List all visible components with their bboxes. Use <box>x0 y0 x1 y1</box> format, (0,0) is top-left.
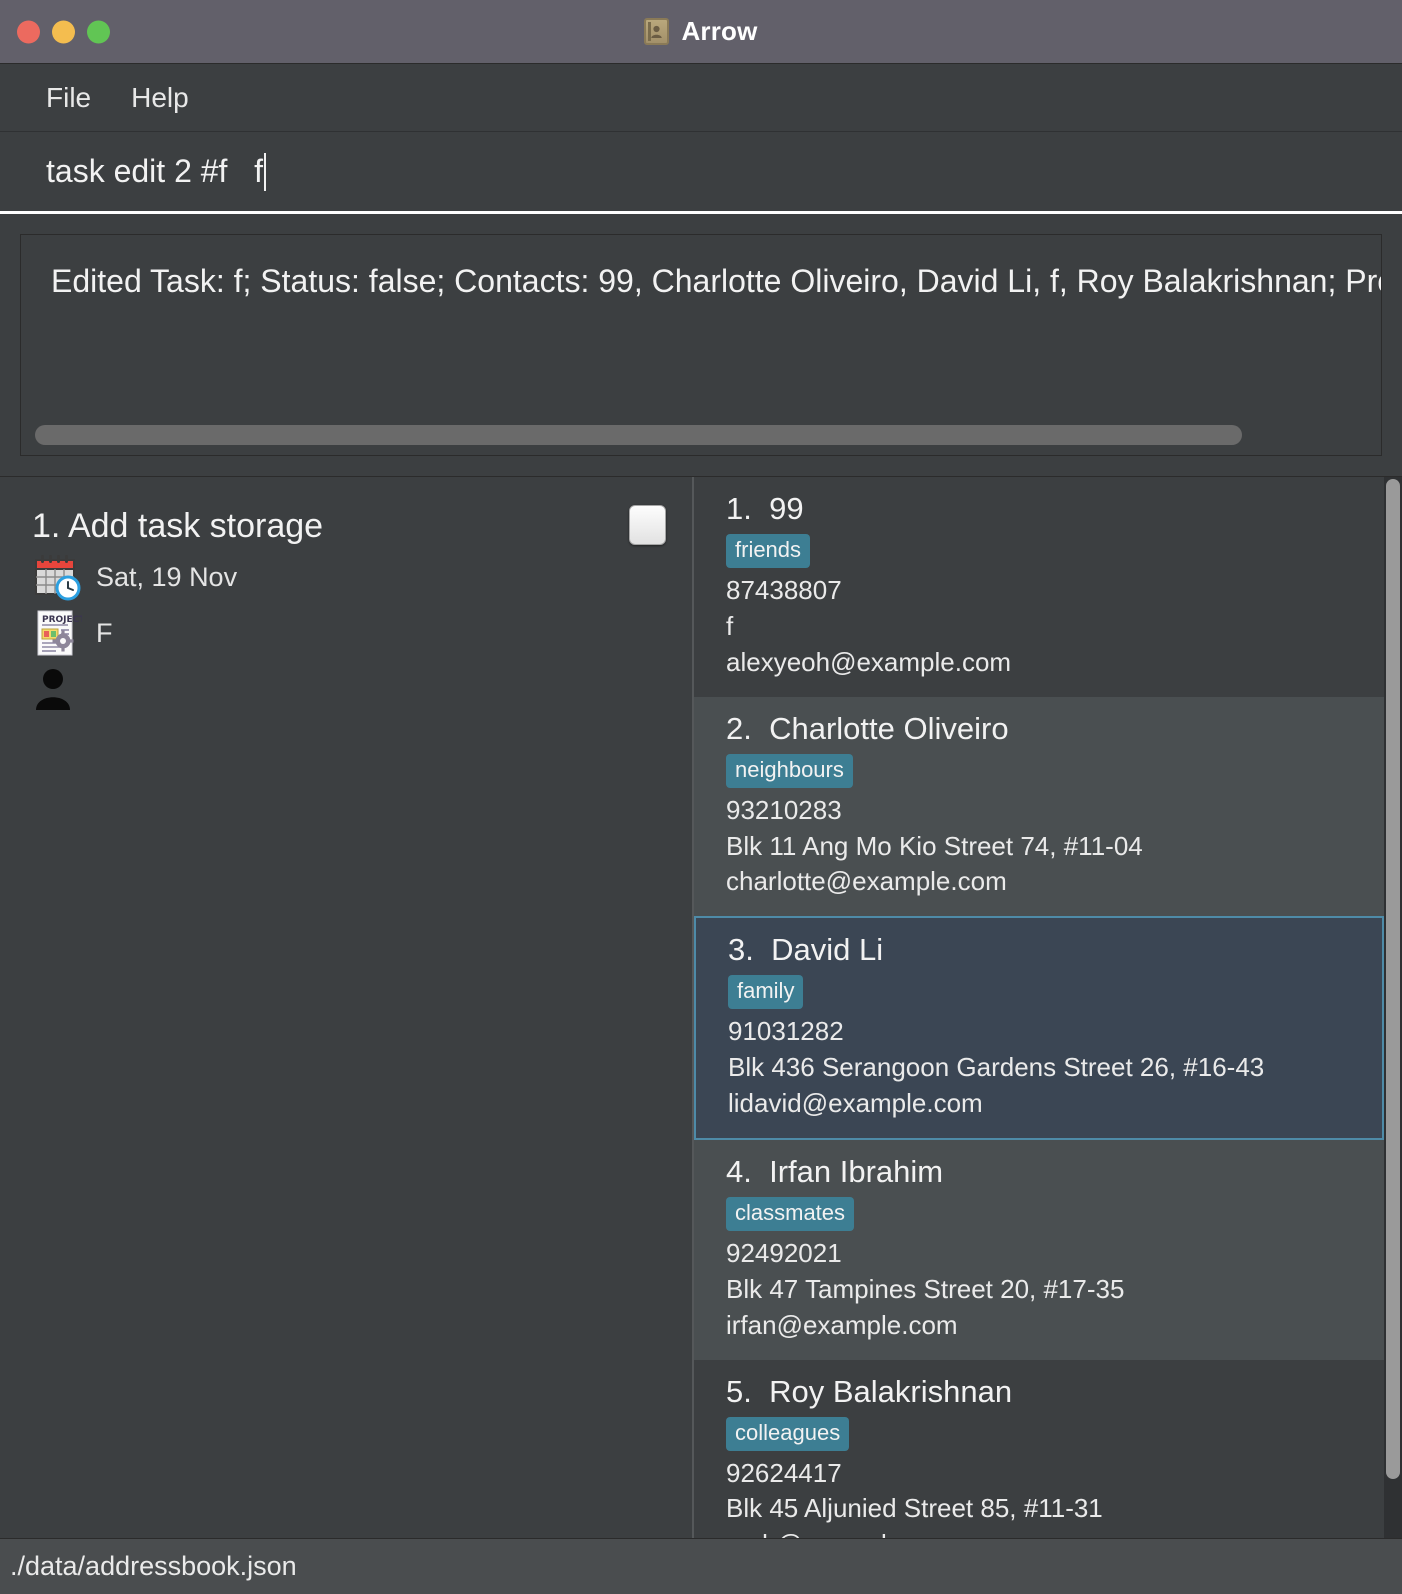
contact-name-text: David Li <box>771 932 884 968</box>
contact-name-text: Charlotte Oliveiro <box>769 710 1009 746</box>
contact-email: charlotte@example.com <box>726 866 1007 897</box>
result-horizontal-scrollbar[interactable] <box>35 425 1242 445</box>
contact-tag: friends <box>726 534 811 568</box>
task-index: 1. <box>32 507 61 545</box>
task-person-row <box>32 664 666 714</box>
task-title-text: Add task storage <box>67 507 324 545</box>
contact-name: 4. Irfan Ibrahim <box>726 1154 1384 1190</box>
menu-item-help[interactable]: Help <box>117 76 203 120</box>
contact-index: 3. <box>728 932 754 968</box>
main-content: 1. Add task storage Sat, 19 Nov PROJECT … <box>0 476 1402 1538</box>
contact-name: 5. Roy Balakrishnan <box>726 1374 1384 1410</box>
contact-index: 2. <box>726 710 752 746</box>
status-bar-path: ./data/addressbook.json <box>10 1551 297 1581</box>
application-window: Arrow File Help task edit 2 #f f Edited … <box>0 0 1402 1594</box>
contact-tag: classmates <box>726 1196 855 1231</box>
contact-card[interactable]: 4. Irfan Ibrahim classmates 92492021 Blk… <box>694 1139 1384 1360</box>
contact-tag: colleagues <box>726 1416 850 1451</box>
task-title: 1. Add task storage <box>32 507 666 546</box>
contact-phone: 87438807 <box>726 575 842 605</box>
title-bar: Arrow <box>0 0 1402 64</box>
contact-name-text: Roy Balakrishnan <box>769 1373 1013 1409</box>
contact-index: 4. <box>726 1153 752 1189</box>
command-input[interactable]: task edit 2 #f f <box>46 153 263 190</box>
contact-address: Blk 45 Aljunied Street 85, #11-31 <box>726 1493 1103 1524</box>
project-document-icon: PROJECT <box>32 608 86 658</box>
contact-phone: 93210283 <box>726 794 842 825</box>
text-caret <box>264 152 266 191</box>
maximize-button[interactable] <box>87 20 110 43</box>
task-date-row: Sat, 19 Nov <box>32 552 666 602</box>
contact-name-text: 99 <box>769 491 804 526</box>
contact-index: 1. <box>726 491 752 526</box>
contact-tag: neighbours <box>726 753 853 788</box>
task-date-text: Sat, 19 Nov <box>96 561 238 592</box>
contact-list-panel: 1. 99 friends 87438807 f alexyeoh@exampl… <box>694 477 1402 1538</box>
contact-name: 1. 99 <box>726 491 1384 527</box>
window-controls <box>17 20 110 43</box>
contact-email: irfan@example.com <box>726 1309 958 1340</box>
task-project-text: F <box>96 617 113 648</box>
contact-phone: 92624417 <box>726 1457 842 1488</box>
menu-bar: File Help <box>0 64 1402 132</box>
contact-name: 3. David Li <box>728 932 1382 968</box>
contact-address: Blk 47 Tampines Street 20, #17-35 <box>726 1273 1125 1304</box>
calendar-clock-icon <box>32 552 82 602</box>
task-card[interactable]: 1. Add task storage Sat, 19 Nov PROJECT … <box>0 499 692 724</box>
contact-address: Blk 436 Serangoon Gardens Street 26, #16… <box>728 1052 1265 1083</box>
minimize-button[interactable] <box>52 20 75 43</box>
task-done-checkbox[interactable] <box>629 505 666 545</box>
address-book-icon <box>644 18 670 45</box>
contact-tag: family <box>728 975 804 1010</box>
command-input-container[interactable]: task edit 2 #f f <box>0 132 1402 214</box>
contact-vertical-scrollbar[interactable] <box>1386 479 1400 1479</box>
result-display-text: Edited Task: f; Status: false; Contacts:… <box>51 263 1382 299</box>
contact-address: f <box>726 610 734 641</box>
contact-card[interactable]: 5. Roy Balakrishnan colleagues 92624417 … <box>694 1359 1384 1538</box>
menu-item-file[interactable]: File <box>32 76 105 120</box>
result-display-panel: Edited Task: f; Status: false; Contacts:… <box>20 234 1382 456</box>
contact-name-text: Irfan Ibrahim <box>769 1153 944 1189</box>
contact-card-selected[interactable]: 3. David Li family 91031282 Blk 436 Sera… <box>694 916 1384 1140</box>
contact-index: 5. <box>726 1373 752 1409</box>
contact-list[interactable]: 1. 99 friends 87438807 f alexyeoh@exampl… <box>694 477 1384 1538</box>
close-button[interactable] <box>17 20 40 43</box>
contact-name: 2. Charlotte Oliveiro <box>726 711 1384 747</box>
contact-scrollbar-track[interactable] <box>1384 477 1402 1538</box>
task-list-panel: 1. Add task storage Sat, 19 Nov PROJECT … <box>0 477 694 1538</box>
task-project-row: PROJECT F <box>32 608 666 658</box>
status-bar: ./data/addressbook.json <box>0 1538 1402 1594</box>
window-title: Arrow <box>681 16 758 46</box>
contact-address: Blk 11 Ang Mo Kio Street 74, #11-04 <box>726 830 1143 861</box>
contact-phone: 92492021 <box>726 1237 842 1268</box>
person-icon <box>32 664 82 714</box>
contact-email: royb@example.com <box>726 1527 1384 1538</box>
svg-text:PROJECT: PROJECT <box>42 615 82 625</box>
window-title-group: Arrow <box>644 16 757 47</box>
contact-card[interactable]: 1. 99 friends 87438807 f alexyeoh@exampl… <box>694 477 1384 697</box>
contact-phone: 91031282 <box>728 1016 844 1047</box>
contact-email: alexyeoh@example.com <box>726 646 1012 677</box>
contact-card[interactable]: 2. Charlotte Oliveiro neighbours 9321028… <box>694 696 1384 917</box>
contact-email: lidavid@example.com <box>728 1088 983 1118</box>
